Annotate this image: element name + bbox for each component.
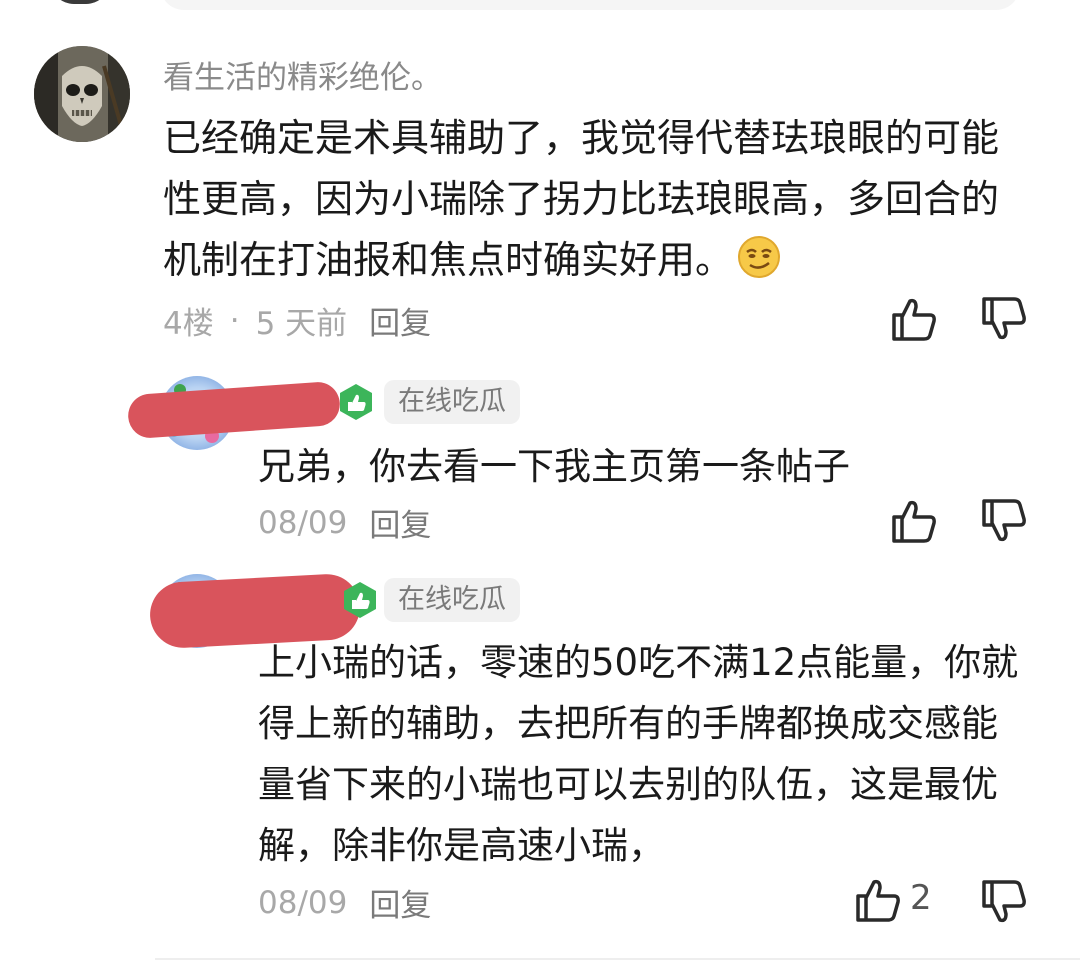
reply-text: 兄弟，你去看一下我主页第一条帖子 — [258, 445, 850, 488]
thumbs-down-icon[interactable] — [978, 293, 1030, 345]
comment-username[interactable]: 看生活的精彩绝伦。 — [163, 52, 442, 97]
previous-comment-edge — [160, 0, 1020, 10]
comment-thread: 看生活的精彩绝伦。 已经确定是术具辅助了，我觉得代替珐琅眼的可能性更高，因为小瑞… — [0, 0, 1080, 964]
thumbs-up-icon[interactable] — [888, 293, 940, 345]
comment-meta: 4楼 · 5 天前 回复 — [163, 298, 431, 343]
level-badge-icon — [336, 382, 376, 422]
reply-text: 上小瑞的话，零速的50吃不满12点能量，你就得上新的辅助，去把所有的手牌都换成交… — [258, 641, 1019, 867]
divider — [155, 958, 1080, 960]
avatar[interactable] — [34, 46, 130, 142]
skull-mask-avatar-icon — [34, 46, 130, 142]
reply-date: 08/09 — [258, 884, 348, 921]
reply-date: 08/09 — [258, 504, 348, 541]
meta-separator: · — [229, 302, 240, 339]
redacted-username — [126, 380, 342, 440]
thumbs-up-icon[interactable] — [888, 495, 940, 547]
comment-body: 已经确定是术具辅助了，我觉得代替珐琅眼的可能性更高，因为小瑞除了拐力比珐琅眼高，… — [163, 116, 1000, 282]
level-badge-icon — [340, 580, 380, 620]
reply-meta: 08/09 回复 — [258, 500, 431, 545]
like-count: 2 — [910, 878, 932, 918]
user-tag: 在线吃瓜 — [384, 380, 520, 424]
thumbs-down-icon[interactable] — [978, 495, 1030, 547]
reply-meta: 08/09 回复 — [258, 880, 431, 925]
thumbs-down-icon[interactable] — [978, 876, 1030, 928]
smirk-emoji-icon — [737, 235, 781, 279]
comment-text: 已经确定是术具辅助了，我觉得代替珐琅眼的可能性更高，因为小瑞除了拐力比珐琅眼高，… — [163, 108, 1033, 291]
floor-number: 4楼 — [163, 306, 214, 342]
user-tag: 在线吃瓜 — [384, 578, 520, 622]
thumbs-up-icon[interactable] — [852, 874, 904, 926]
reply-button[interactable]: 回复 — [369, 880, 431, 925]
previous-avatar-edge — [50, 0, 110, 4]
comment-time: 5 天前 — [255, 306, 348, 342]
reply-button[interactable]: 回复 — [369, 298, 431, 343]
reply-button[interactable]: 回复 — [369, 500, 431, 545]
